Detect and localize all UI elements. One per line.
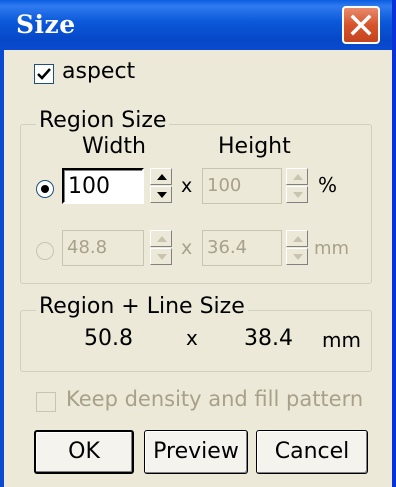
mm-radio[interactable] [36,242,54,260]
height-percent-input[interactable]: 100 [202,168,282,204]
aspect-checkbox[interactable] [34,64,54,84]
spin-up-button[interactable] [150,168,172,185]
spin-up-button[interactable] [150,230,172,247]
mm-unit: mm [314,238,350,259]
arrow-up-icon [157,236,167,242]
times-label: x [186,326,198,350]
width-mm-spinner[interactable] [150,230,172,266]
percent-unit: % [318,173,338,197]
close-icon [350,14,372,36]
times-label: x [181,175,193,197]
spin-down-button[interactable] [150,248,172,265]
spin-down-button[interactable] [286,186,308,203]
height-percent-spinner[interactable] [286,168,308,204]
aspect-label[interactable]: aspect [62,59,135,84]
arrow-up-icon [293,236,303,242]
spin-up-button[interactable] [286,168,308,185]
line-width-value: 50.8 [84,326,133,351]
close-button[interactable] [342,6,380,44]
width-header: Width [82,134,146,159]
arrow-up-icon [293,174,303,180]
spin-down-button[interactable] [150,186,172,203]
width-percent-input[interactable]: 100 [62,168,144,204]
title-bar[interactable]: Size [0,0,392,50]
keep-density-checkbox[interactable] [36,392,56,412]
ok-button[interactable]: OK [34,430,134,474]
width-percent-spinner[interactable] [150,168,172,204]
height-mm-spinner[interactable] [286,230,308,266]
height-mm-input[interactable]: 36.4 [202,230,282,266]
arrow-down-icon [293,192,303,198]
keep-density-label: Keep density and fill pattern [66,387,364,411]
percent-radio[interactable] [36,180,54,198]
preview-button[interactable]: Preview [144,430,248,474]
window-title: Size [16,10,76,39]
window-border [0,50,4,487]
times-label: x [181,237,193,259]
region-size-legend: Region Size [36,108,170,133]
arrow-down-icon [293,254,303,260]
width-mm-input[interactable]: 48.8 [62,230,144,266]
height-header: Height [218,134,291,159]
arrow-down-icon [157,192,167,198]
checkmark-icon [37,68,51,80]
arrow-up-icon [157,174,167,180]
line-unit: mm [322,328,361,352]
radio-dot [41,185,49,193]
arrow-down-icon [157,254,167,260]
spin-up-button[interactable] [286,230,308,247]
cancel-button[interactable]: Cancel [256,430,368,474]
line-height-value: 38.4 [244,326,293,351]
region-line-size-legend: Region + Line Size [36,294,248,319]
spin-down-button[interactable] [286,248,308,265]
size-dialog: Size aspect Region Size Width Height 100… [0,0,396,487]
